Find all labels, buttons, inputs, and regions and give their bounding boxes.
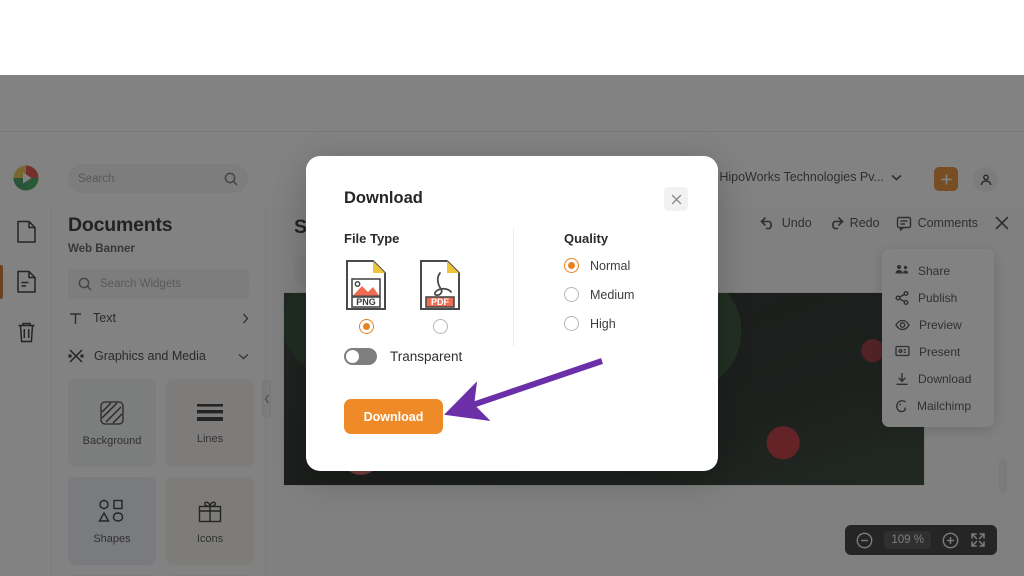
quality-option-label: Normal — [590, 259, 630, 273]
quality-radio-medium[interactable] — [564, 287, 579, 302]
transparent-label: Transparent — [390, 349, 462, 364]
quality-option-label: High — [590, 317, 616, 331]
quality-label: Quality — [564, 231, 608, 246]
pdf-file-icon: PDF — [418, 259, 462, 311]
download-modal: Download File Type Quality — [306, 156, 718, 471]
file-type-label: File Type — [344, 231, 399, 246]
quality-option-medium[interactable]: Medium — [564, 287, 634, 302]
modal-divider — [513, 228, 514, 346]
modal-close-button[interactable] — [664, 187, 688, 211]
file-type-options: PNG PDF — [344, 259, 462, 334]
quality-option-high[interactable]: High — [564, 316, 634, 331]
download-button[interactable]: Download — [344, 399, 443, 434]
quality-radio-high[interactable] — [564, 316, 579, 331]
file-type-option-png[interactable]: PNG — [344, 259, 388, 334]
quality-option-normal[interactable]: Normal — [564, 258, 634, 273]
modal-title: Download — [344, 189, 423, 208]
transparent-toggle[interactable] — [344, 348, 377, 365]
png-file-icon: PNG — [344, 259, 388, 311]
quality-radio-normal[interactable] — [564, 258, 579, 273]
svg-text:PNG: PNG — [356, 297, 376, 307]
transparent-row: Transparent — [344, 348, 462, 365]
file-type-radio-pdf[interactable] — [433, 319, 448, 334]
svg-text:PDF: PDF — [431, 297, 450, 307]
close-x-icon — [671, 194, 682, 205]
screenshot-root: Search HipoWorks Technologies Pv... — [0, 0, 1024, 576]
file-type-radio-png[interactable] — [359, 319, 374, 334]
quality-option-label: Medium — [590, 288, 634, 302]
file-type-option-pdf[interactable]: PDF — [418, 259, 462, 334]
quality-options: Normal Medium High — [564, 258, 634, 331]
